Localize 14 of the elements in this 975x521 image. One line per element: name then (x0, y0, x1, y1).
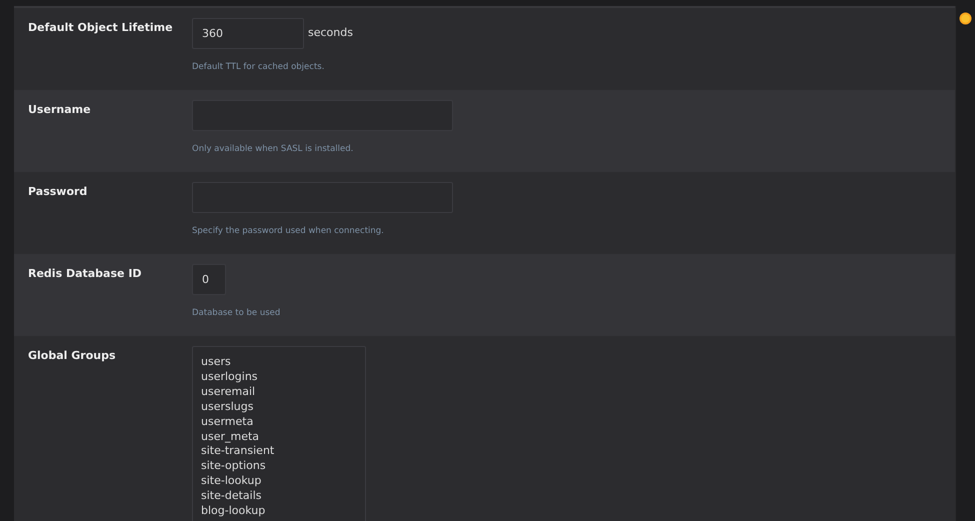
field-label: Global Groups (28, 349, 116, 362)
field-label: Redis Database ID (28, 267, 142, 280)
field-label: Password (28, 185, 88, 198)
input-field[interactable]: 0 (192, 264, 226, 295)
input-field[interactable]: 360 (192, 18, 304, 49)
hint-text: Default TTL for cached objects. (192, 62, 324, 72)
hint-text: Database to be used (192, 308, 280, 318)
sun-icon[interactable] (959, 12, 972, 25)
field-label: Default Object Lifetime (28, 21, 173, 34)
hint-text: Only available when SASL is installed. (192, 144, 354, 154)
textarea-field[interactable]: users userlogins useremail userslugs usermeta user_meta site-transient site-options site-lookup site-details blog-lookup (192, 346, 366, 521)
hint-text: Specify the password used when connecting. (192, 226, 384, 236)
field-label: Username (28, 103, 91, 116)
unit-label: seconds (308, 25, 353, 42)
